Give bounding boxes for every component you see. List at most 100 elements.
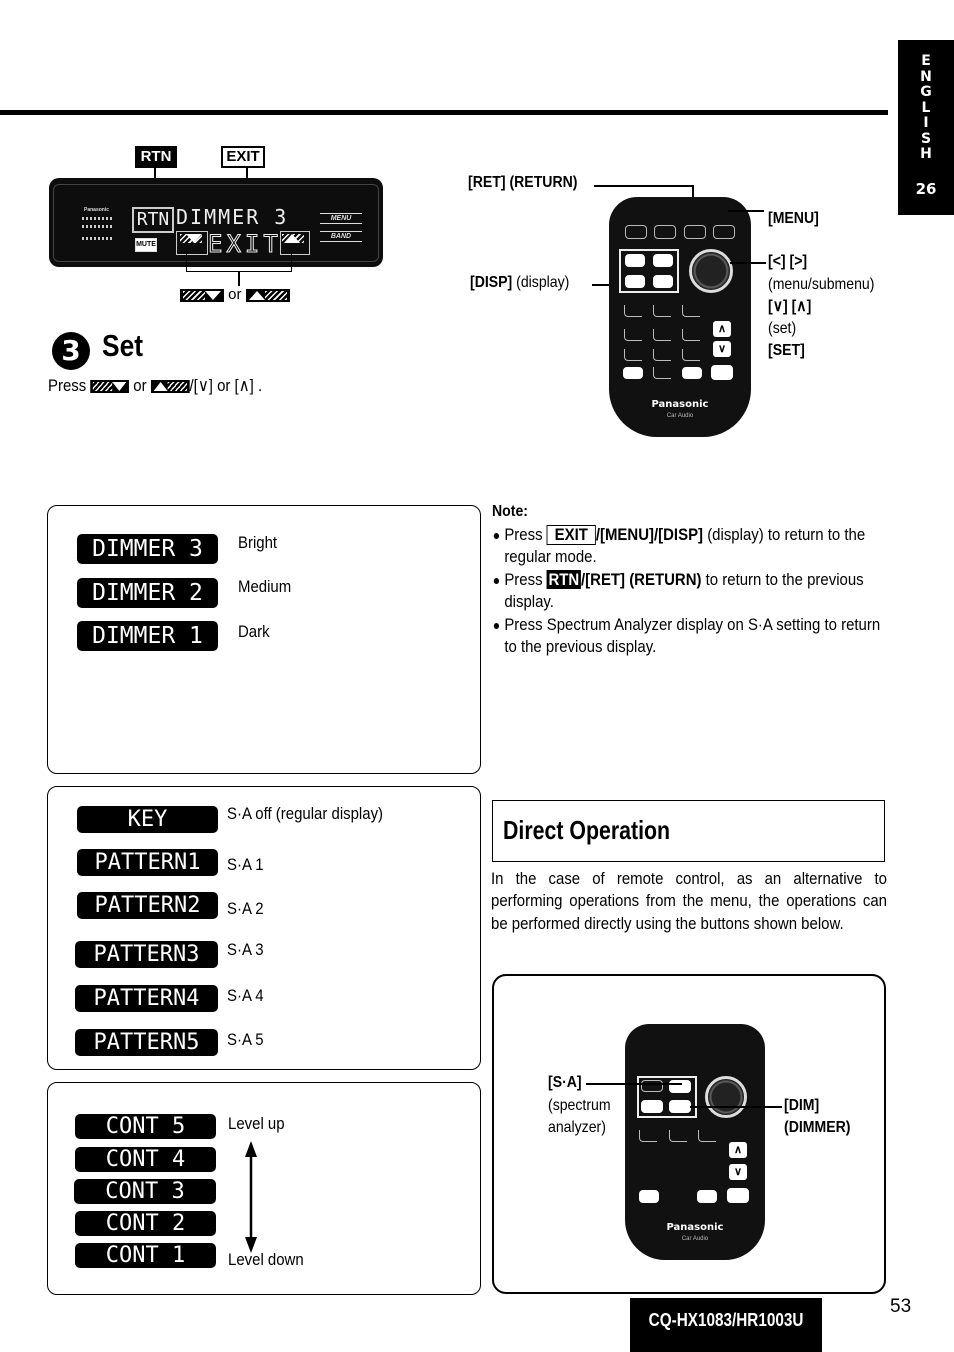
dimmer-label: (DIMMER) [784, 1119, 851, 1136]
direct-operation-title: Direct Operation [503, 815, 671, 845]
remote-mute-button [727, 1188, 749, 1203]
remote-num-key [682, 329, 700, 341]
language-tab: E N G L I S H 26 [898, 40, 954, 215]
lcd-dimmer-1: DIMMER 1 [77, 621, 218, 651]
down-triangle-key-icon [90, 380, 130, 394]
arrows-ud-label: [∨] [∧] [768, 298, 812, 315]
pattern-4-desc: S·A 4 [227, 986, 264, 1005]
remote-dial-icon [689, 249, 733, 293]
panel-menu-button[interactable]: MENU [320, 213, 362, 224]
remote-button [623, 367, 643, 379]
arrows-leader-line [730, 262, 766, 264]
panel-brand: Panasonic [84, 207, 110, 213]
remote-disp-button [625, 275, 645, 288]
key-choice-row: or [180, 286, 290, 303]
remote-brand: Panasonic [651, 399, 709, 410]
lcd-pattern-1: PATTERN1 [77, 849, 218, 876]
remote-dim-button [669, 1100, 691, 1113]
remote-menu-button [713, 225, 735, 239]
level-up-label: Level up [228, 1114, 285, 1133]
remote-button [641, 1080, 663, 1092]
language-label: E N G L I S H [920, 53, 932, 162]
sa-desc-line1: (spectrum [548, 1097, 611, 1114]
set-label: [SET] [768, 342, 805, 359]
step-title: Set [102, 328, 144, 363]
remote-ret-button [684, 225, 706, 239]
dim-leader-line [690, 1106, 782, 1108]
panel-rtn-key[interactable]: RTN [132, 207, 174, 233]
exit-key-label: EXIT [546, 525, 596, 545]
note-title: Note: [492, 503, 528, 520]
dimmer-2-desc: Medium [238, 577, 292, 596]
contrast-levels-box: CONT 5 CONT 4 CONT 3 CONT 2 CONT 1 Level… [47, 1082, 481, 1295]
remote-button [653, 254, 673, 267]
menu-leader-line [728, 210, 764, 212]
sa-desc-line2: analyzer) [548, 1119, 606, 1136]
header-rule [0, 110, 888, 115]
lcd-cont-1: CONT 1 [75, 1243, 216, 1268]
spectrum-pattern-box: KEY S·A off (regular display) PATTERN1 S… [47, 786, 481, 1070]
remote-num-key [624, 349, 642, 361]
remote-mute-button [711, 365, 733, 380]
down-triangle-key-icon [180, 288, 224, 302]
level-down-label: Level down [228, 1250, 304, 1269]
remote-dial-icon [705, 1076, 747, 1118]
lcd-key: KEY [77, 806, 218, 833]
exit-callout-label: EXIT [221, 146, 265, 168]
dimmer-options-box: DIMMER 3 Bright DIMMER 2 Medium DIMMER 1… [47, 505, 481, 774]
remote-num-key [653, 349, 671, 361]
lcd-cont-5: CONT 5 [75, 1114, 216, 1139]
down-triangle-key-icon [177, 232, 205, 252]
disp-label: [DISP] (display) [470, 274, 570, 291]
set-paren-label: (set) [768, 320, 797, 337]
remote-control-illustration: ∧ ∨ Panasonic Car Audio [625, 1024, 765, 1260]
panel-decor [82, 225, 112, 228]
dimmer-3-desc: Bright [238, 533, 278, 552]
panel-band-button[interactable]: BAND [320, 231, 362, 242]
note-item: Press EXIT/[MENU]/[DISP] (display) to re… [492, 524, 884, 569]
remote-num-key [653, 305, 671, 317]
remote-vol-down-button: ∨ [729, 1164, 747, 1180]
lcd-pattern-4: PATTERN4 [75, 985, 218, 1012]
pattern-key-desc: S·A off (regular display) [227, 804, 384, 823]
rtn-callout-label: RTN [135, 146, 177, 168]
note-item: Press Spectrum Analyzer display on S·A s… [492, 614, 884, 659]
model-number-badge: CQ-HX1083/HR1003U [630, 1298, 822, 1352]
panel-bezel: Panasonic RTN DIMMER 3 MUTE EXIT MENU BA… [53, 184, 379, 262]
remote-vol-up-button: ∧ [729, 1142, 747, 1158]
key-leader-line [238, 272, 240, 286]
key-bracket [186, 252, 292, 272]
up-triangle-key-icon [150, 380, 190, 394]
panel-mute-button[interactable]: MUTE [135, 238, 157, 252]
dim-label: [DIM] [784, 1097, 820, 1114]
remote-vol-down-button: ∨ [713, 341, 731, 357]
remote-sa-button [669, 1080, 691, 1093]
ret-return-label: [RET] (RETURN) [468, 174, 578, 191]
remote-num-key [653, 367, 671, 379]
lcd-pattern-3: PATTERN3 [75, 941, 218, 968]
sa-label: [S·A] [548, 1074, 582, 1091]
remote-num-key [682, 305, 700, 317]
lcd-pattern-5: PATTERN5 [75, 1029, 218, 1056]
remote-num-key [653, 329, 671, 341]
note-item: Press RTN/[RET] (RETURN) to return to th… [492, 569, 884, 614]
step-instruction: Press or /[∨] or [∧] . [48, 376, 263, 395]
ret-leader-line [594, 185, 692, 187]
lcd-cont-3: CONT 3 [74, 1179, 216, 1204]
remote-vol-up-button: ∧ [713, 321, 731, 337]
remote-button [682, 367, 702, 379]
panel-decor [82, 237, 112, 240]
remote-button [641, 1100, 663, 1113]
up-down-arrow-icon [245, 1141, 257, 1253]
remote-power-button [625, 225, 647, 239]
dimmer-1-desc: Dark [238, 622, 270, 641]
rtn-key-label: RTN [546, 569, 582, 589]
remote-brand: Panasonic [666, 1222, 724, 1233]
section-number: 26 [915, 180, 937, 198]
remote-band-button [654, 225, 676, 239]
remote-num-key [639, 1130, 657, 1142]
remote-num-key [669, 1130, 687, 1142]
lcd-dimmer-3: DIMMER 3 [77, 534, 218, 564]
step-number-badge: 3 [52, 332, 90, 370]
pattern-5-desc: S·A 5 [227, 1030, 264, 1049]
